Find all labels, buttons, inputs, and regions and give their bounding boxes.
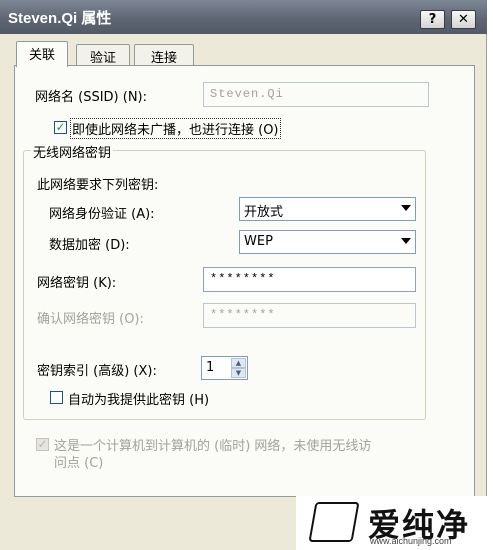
tab-panel: 网络名 (SSID) (N): Steven.Qi ✓ 即使此网络未广播，也进行… <box>14 65 475 497</box>
help-button[interactable]: ? <box>420 10 445 29</box>
tab-connection[interactable]: 连接 <box>134 44 194 66</box>
watermark-logo-icon <box>308 502 360 542</box>
adhoc-checkbox-label-line2: 问点 (C) <box>54 456 104 471</box>
adhoc-checkbox[interactable]: ✓ <box>36 438 49 451</box>
auth-select-value: 开放式 <box>244 205 284 220</box>
broadcast-checkbox[interactable]: ✓ <box>54 121 67 134</box>
close-button[interactable]: ✕ <box>451 10 476 29</box>
site-watermark: 爱纯净 www.aichunjing.com <box>296 496 493 550</box>
key-index-value: 1 <box>206 360 215 375</box>
key-required-text: 此网络要求下列密钥: <box>37 178 159 193</box>
chevron-down-icon <box>401 238 411 244</box>
auth-select[interactable]: 开放式 <box>239 197 416 221</box>
auth-label: 网络身份验证 (A): <box>49 207 155 222</box>
encryption-select-value: WEP <box>244 234 273 249</box>
key-index-stepper[interactable]: 1 ▲ ▼ <box>201 356 248 380</box>
auto-key-checkbox-label: 自动为我提供此密钥 (H) <box>68 393 210 408</box>
title-bar: Steven.Qi 属性 ? ✕ <box>0 0 487 34</box>
key-index-label: 密钥索引 (高级) (X): <box>37 364 157 379</box>
wireless-key-group-title: 无线网络密钥 <box>31 142 114 161</box>
tab-authentication[interactable]: 验证 <box>76 44 130 66</box>
window-title: Steven.Qi 属性 <box>8 10 112 27</box>
stepper-up-icon[interactable]: ▲ <box>231 358 246 368</box>
confirm-key-label: 确认网络密钥 (O): <box>37 312 144 327</box>
stepper-down-icon[interactable]: ▼ <box>231 368 246 378</box>
encryption-select[interactable]: WEP <box>239 230 416 254</box>
confirm-key-field[interactable]: ******** <box>203 303 416 328</box>
encryption-label: 数据加密 (D): <box>49 238 130 253</box>
chevron-down-icon <box>401 205 411 211</box>
properties-dialog: Steven.Qi 属性 ? ✕ 关联 验证 连接 网络名 (SSID) (N)… <box>0 0 487 550</box>
auto-key-checkbox[interactable] <box>50 391 63 404</box>
ssid-field[interactable]: Steven.Qi <box>203 82 429 107</box>
ssid-label: 网络名 (SSID) (N): <box>35 90 148 105</box>
broadcast-checkbox-label[interactable]: 即使此网络未广播，也进行连接 (O) <box>70 118 281 139</box>
tab-association[interactable]: 关联 <box>16 41 68 67</box>
watermark-url: www.aichunjing.com <box>370 536 452 546</box>
network-key-field[interactable]: ******** <box>203 267 416 292</box>
network-key-label: 网络密钥 (K): <box>37 276 117 291</box>
